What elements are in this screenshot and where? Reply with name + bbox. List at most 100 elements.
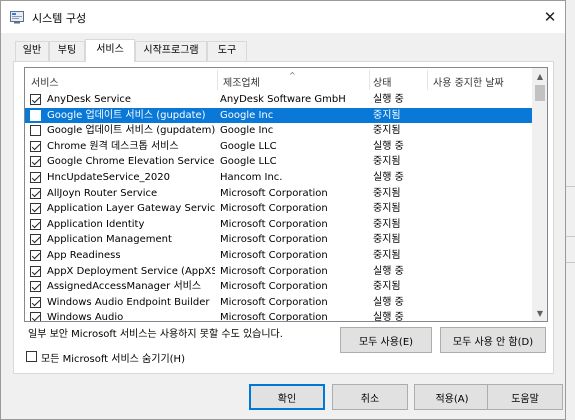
table-row[interactable]: Windows Audio Endpoint Builder Microsoft … <box>25 295 532 311</box>
tab-general[interactable]: 일반 <box>15 41 49 61</box>
close-button[interactable]: ✕ <box>535 1 565 33</box>
service-manufacturer: Google LLC <box>220 156 277 168</box>
column-header-status[interactable]: 상태 <box>373 74 391 89</box>
cancel-button[interactable]: 취소 <box>332 384 408 410</box>
sort-ascending-icon: ^ <box>289 71 296 80</box>
security-services-note: 일부 보안 Microsoft 서비스는 사용하지 못할 수도 있습니다. <box>28 329 283 340</box>
table-row[interactable]: App Readiness Microsoft Corporation 중지됨 <box>25 248 532 264</box>
service-status: 중지됨 <box>373 281 401 293</box>
scroll-down-arrow[interactable]: ▼ <box>532 305 547 321</box>
service-name: Google 업데이트 서비스 (gupdate) <box>47 109 206 121</box>
service-status: 중지됨 <box>373 187 401 199</box>
service-status: 중지됨 <box>373 156 401 168</box>
service-checkbox[interactable] <box>30 281 41 293</box>
service-manufacturer: Microsoft Corporation <box>220 250 328 261</box>
table-row[interactable]: AnyDesk Service AnyDesk Software GmbH 실행 중 <box>25 92 532 108</box>
scroll-thumb[interactable] <box>535 85 545 101</box>
service-name: Chrome 원격 데스크톱 서비스 <box>47 140 179 152</box>
service-checkbox[interactable] <box>30 296 41 308</box>
column-divider[interactable] <box>369 70 370 90</box>
window-title: 시스템 구성 <box>32 12 87 25</box>
service-checkbox[interactable] <box>30 140 41 152</box>
title-bar: 시스템 구성 ✕ <box>1 1 565 33</box>
service-checkbox[interactable] <box>30 172 41 183</box>
table-row[interactable]: AppX Deployment Service (AppXSV... Micros… <box>25 264 532 280</box>
list-header: 서비스 제조업체 ^ 상태 사용 중지한 날짜 <box>25 68 532 92</box>
service-name: HncUpdateService_2020 <box>47 172 170 183</box>
service-status: 실행 중 <box>373 140 404 152</box>
service-status: 중지됨 <box>373 250 401 261</box>
service-checkbox[interactable] <box>30 312 41 321</box>
service-manufacturer: Microsoft Corporation <box>220 218 328 230</box>
service-manufacturer: AnyDesk Software GmbH <box>220 94 346 105</box>
column-header-date-disabled[interactable]: 사용 중지한 날짜 <box>433 74 504 89</box>
service-checkbox[interactable] <box>30 109 41 121</box>
table-row[interactable]: Application Management Microsoft Corporat… <box>25 232 532 248</box>
service-checkbox[interactable] <box>30 250 41 261</box>
enable-all-button[interactable]: 모두 사용(E) <box>340 327 432 353</box>
service-name: AppX Deployment Service (AppXSV... <box>47 265 215 277</box>
service-name: AssignedAccessManager 서비스 <box>47 281 202 293</box>
msconfig-app-icon <box>10 11 24 24</box>
service-status: 실행 중 <box>373 312 404 322</box>
column-header-service[interactable]: 서비스 <box>31 74 59 89</box>
tab-services[interactable]: 서비스 <box>85 39 135 62</box>
tab-tools[interactable]: 도구 <box>207 41 247 61</box>
vertical-scrollbar[interactable]: ▲ ▼ <box>532 68 547 321</box>
service-name: Google 업데이트 서비스 (gupdatem) <box>47 125 215 137</box>
table-row[interactable]: Windows Audio Microsoft Corporation 실행 중 <box>25 310 532 322</box>
apply-button[interactable]: 적용(A) <box>414 384 490 410</box>
service-status: 중지됨 <box>373 203 401 215</box>
service-manufacturer: Microsoft Corporation <box>220 265 328 277</box>
service-checkbox[interactable] <box>30 94 41 105</box>
tab-boot[interactable]: 부팅 <box>49 41 85 61</box>
service-name: Windows Audio <box>47 312 124 322</box>
service-status: 중지됨 <box>373 125 401 137</box>
table-row[interactable]: AssignedAccessManager 서비스 Microsoft Corpo… <box>25 279 532 295</box>
table-row[interactable]: Google 업데이트 서비스 (gupdatem) Google Inc 중지됨 <box>25 123 532 139</box>
ok-button[interactable]: 확인 <box>249 384 325 410</box>
table-row[interactable]: Chrome 원격 데스크톱 서비스 Google LLC 실행 중 <box>25 139 532 155</box>
hide-microsoft-services-label[interactable]: 모든 Microsoft 서비스 숨기기(H) <box>41 350 185 365</box>
service-status: 실행 중 <box>373 172 404 183</box>
services-list[interactable]: 서비스 제조업체 ^ 상태 사용 중지한 날짜 AnyDesk Service A… <box>24 67 548 322</box>
service-checkbox[interactable] <box>30 125 41 137</box>
service-name: Windows Audio Endpoint Builder <box>47 296 210 308</box>
service-manufacturer: Microsoft Corporation <box>220 312 328 322</box>
service-rows: AnyDesk Service AnyDesk Software GmbH 실행 중… <box>25 92 532 322</box>
service-manufacturer: Microsoft Corporation <box>220 281 328 293</box>
service-checkbox[interactable] <box>30 203 41 215</box>
service-checkbox[interactable] <box>30 156 41 168</box>
column-divider[interactable] <box>217 70 218 90</box>
service-checkbox[interactable] <box>30 187 41 199</box>
service-manufacturer: Hancom Inc. <box>220 172 283 183</box>
table-row[interactable]: Application Identity Microsoft Corporatio… <box>25 217 532 233</box>
chevron-up-icon: ▲ <box>536 71 544 81</box>
table-row[interactable]: Application Layer Gateway Service Microso… <box>25 201 532 217</box>
service-manufacturer: Microsoft Corporation <box>220 234 328 246</box>
service-checkbox[interactable] <box>30 234 41 246</box>
background-window-edge <box>566 0 575 420</box>
table-row[interactable]: Google Chrome Elevation Service (... Goog… <box>25 154 532 170</box>
tab-startup[interactable]: 시작프로그램 <box>135 41 207 61</box>
help-button[interactable]: 도움말 <box>487 384 563 410</box>
column-header-manufacturer[interactable]: 제조업체 <box>223 74 260 89</box>
service-manufacturer: Google LLC <box>220 140 277 152</box>
table-row[interactable]: HncUpdateService_2020 Hancom Inc. 실행 중 <box>25 170 532 186</box>
service-name: Google Chrome Elevation Service (... <box>47 156 215 168</box>
scroll-up-arrow[interactable]: ▲ <box>532 68 547 84</box>
background-line <box>566 236 575 237</box>
hide-microsoft-services-checkbox[interactable] <box>26 351 37 362</box>
disable-all-button[interactable]: 모두 사용 안 함(D) <box>440 327 546 353</box>
service-status: 중지됨 <box>373 218 401 230</box>
table-row[interactable]: Google 업데이트 서비스 (gupdate) Google Inc 중지됨 <box>25 107 532 124</box>
column-divider[interactable] <box>427 70 428 90</box>
service-checkbox[interactable] <box>30 265 41 277</box>
service-status: 실행 중 <box>373 94 404 105</box>
service-name: Application Layer Gateway Service <box>47 203 215 215</box>
table-row[interactable]: AllJoyn Router Service Microsoft Corporat… <box>25 186 532 202</box>
service-checkbox[interactable] <box>30 218 41 230</box>
service-manufacturer: Microsoft Corporation <box>220 203 328 215</box>
service-status: 중지됨 <box>373 234 401 246</box>
service-status: 실행 중 <box>373 265 404 277</box>
